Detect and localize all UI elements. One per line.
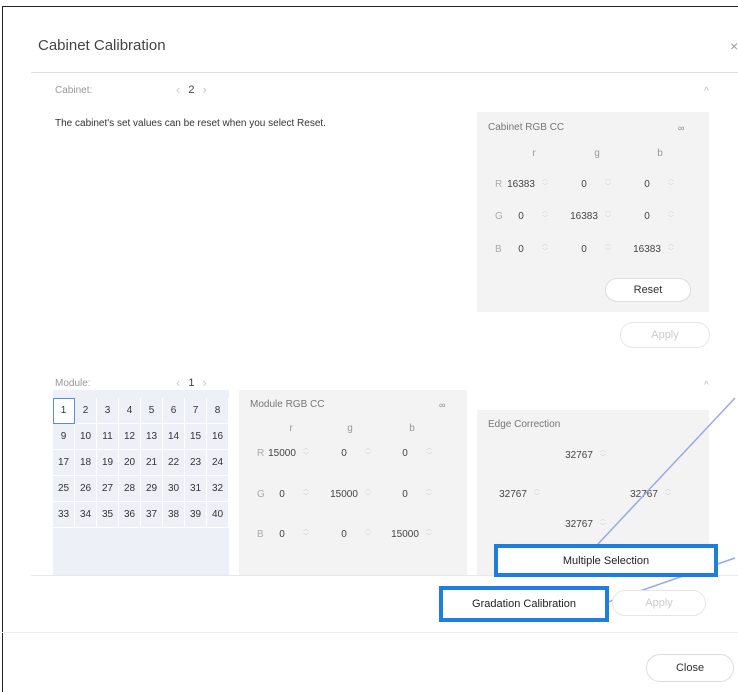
gradation-calibration-button[interactable]: Gradation Calibration (439, 586, 609, 622)
callout-line-multiple-selection (597, 397, 736, 545)
module-apply-button[interactable]: Apply (612, 590, 706, 616)
multiple-selection-button[interactable]: Multiple Selection (494, 544, 718, 577)
close-button[interactable]: Close (646, 654, 734, 682)
callout-lines (597, 397, 736, 603)
footer-divider (0, 632, 738, 633)
